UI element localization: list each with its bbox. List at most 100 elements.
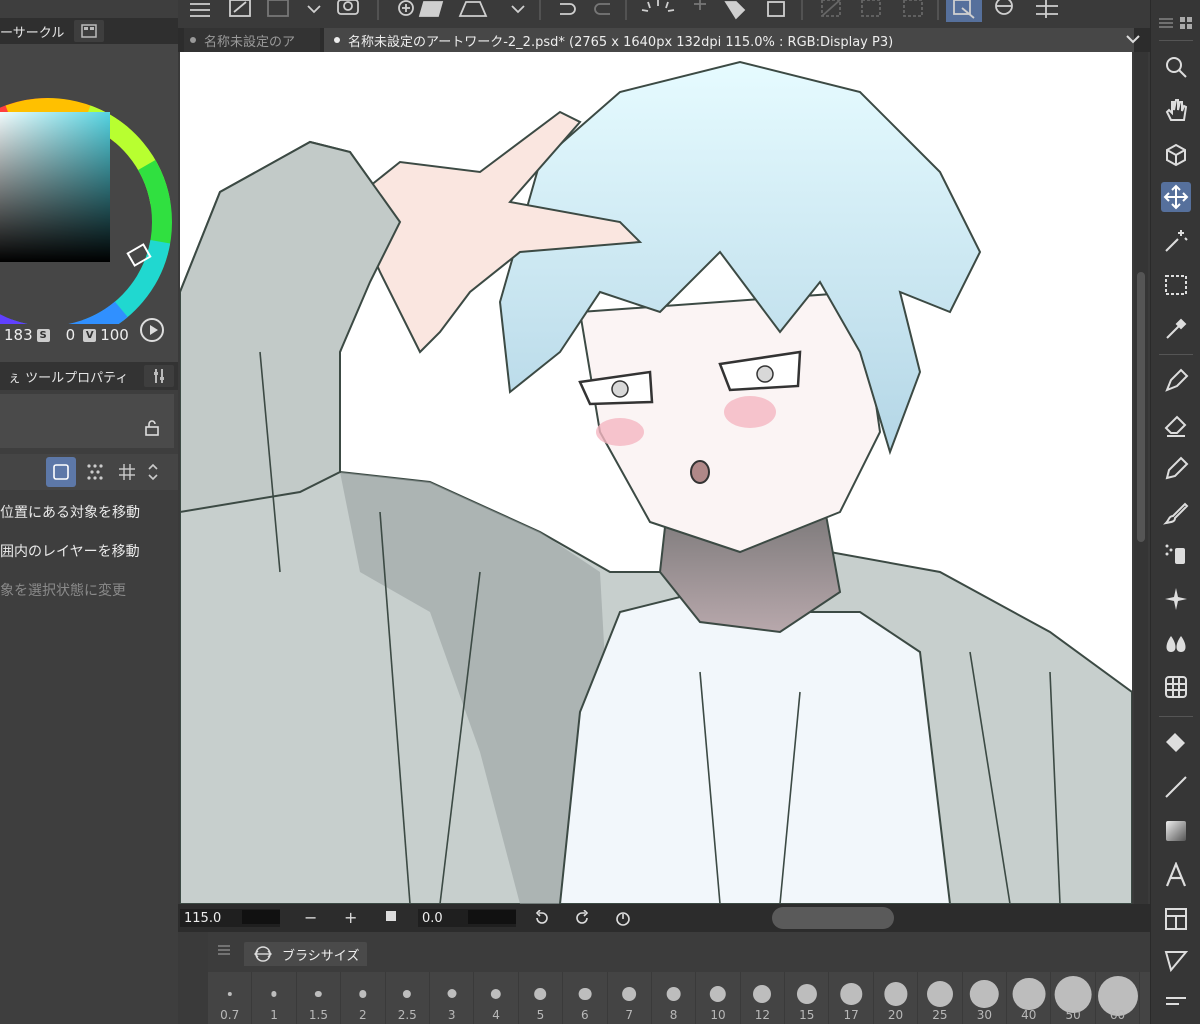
- eraser-tool-icon[interactable]: [1161, 410, 1191, 440]
- palette-menu-icon[interactable]: [1159, 16, 1173, 30]
- play-icon[interactable]: [140, 318, 164, 342]
- vertical-scrollbar[interactable]: [1134, 52, 1148, 904]
- reset-rotation-icon[interactable]: [614, 909, 632, 927]
- brush-size-8[interactable]: 8: [652, 972, 697, 1024]
- line-tool-icon[interactable]: [1161, 772, 1191, 802]
- move-tool-icon[interactable]: [1161, 182, 1191, 212]
- sparkle-icon[interactable]: [694, 0, 706, 10]
- lock-icon[interactable]: [144, 420, 160, 436]
- brush-tool-icon[interactable]: [1161, 498, 1191, 528]
- circle-half-icon[interactable]: [995, 0, 1013, 15]
- rotate-left-icon[interactable]: [534, 910, 550, 926]
- brush-size-10[interactable]: 10: [696, 972, 741, 1024]
- zoom-tool-icon[interactable]: [1161, 52, 1191, 82]
- folder-icon[interactable]: [418, 1, 444, 17]
- loading-icon[interactable]: [641, 0, 675, 12]
- airbrush-tool-icon[interactable]: [1161, 540, 1191, 570]
- brush-size-50[interactable]: 50: [1051, 972, 1096, 1024]
- menu-icon[interactable]: [190, 3, 210, 17]
- hue-value[interactable]: 183: [4, 326, 33, 344]
- panel-menu-icon[interactable]: [218, 944, 230, 956]
- ruler-icon[interactable]: [1036, 0, 1058, 18]
- color-circle-tab[interactable]: ーサークル: [0, 22, 64, 41]
- crop-icon[interactable]: [767, 1, 785, 17]
- invert-selection-icon[interactable]: [861, 0, 881, 17]
- brush-size-30[interactable]: 30: [963, 972, 1008, 1024]
- brush-size-40[interactable]: 40: [1007, 972, 1052, 1024]
- brush-size-1[interactable]: 1: [252, 972, 297, 1024]
- option-change-to-selected[interactable]: 象を選択状態に変更: [0, 580, 126, 600]
- value-value[interactable]: 100: [100, 326, 129, 344]
- pen-tool-icon[interactable]: [1161, 366, 1191, 396]
- brush-size-2[interactable]: 2: [341, 972, 386, 1024]
- fit-button[interactable]: [386, 911, 396, 921]
- move-layer-mode-button[interactable]: [46, 457, 76, 487]
- tool-property-tab[interactable]: ぇ ツールプロパティ: [0, 367, 128, 386]
- adjust-icon[interactable]: [144, 365, 175, 387]
- document-tab-1[interactable]: 名称未設定のア: [184, 28, 320, 52]
- saturation-value[interactable]: 0: [66, 326, 76, 344]
- brush-size-5[interactable]: 5: [519, 972, 564, 1024]
- add-layer-icon[interactable]: [398, 0, 414, 16]
- brush-size-1.5[interactable]: 1.5: [297, 972, 342, 1024]
- mesh-transform-tool-icon[interactable]: [1161, 672, 1191, 702]
- rotation-slider[interactable]: [468, 910, 516, 924]
- color-wheel[interactable]: [0, 44, 178, 324]
- color-palette-tab-icon[interactable]: [74, 20, 105, 42]
- rotate-right-icon[interactable]: [574, 910, 590, 926]
- hand-tool-icon[interactable]: [1161, 96, 1191, 126]
- eyedropper-tool-icon[interactable]: [1161, 314, 1191, 344]
- new-canvas-icon[interactable]: [229, 0, 251, 17]
- fill-tool-icon[interactable]: [1161, 728, 1191, 758]
- 3d-object-tool-icon[interactable]: [1161, 140, 1191, 170]
- brush-size-3[interactable]: 3: [430, 972, 475, 1024]
- pencil-tool-icon[interactable]: [1161, 454, 1191, 484]
- text-tool-icon[interactable]: [1161, 860, 1191, 890]
- brush-size-60[interactable]: 60: [1096, 972, 1141, 1024]
- brush-size-12[interactable]: 12: [741, 972, 786, 1024]
- gradient-tool-icon[interactable]: [1161, 816, 1191, 846]
- move-grid-mode-button[interactable]: [112, 457, 142, 487]
- tag-icon[interactable]: [724, 1, 746, 20]
- tabs-chevron-down-icon[interactable]: [1126, 32, 1140, 46]
- option-move-object-at-position[interactable]: 位置にある対象を移動: [0, 502, 140, 522]
- brush-size-7[interactable]: 7: [608, 972, 652, 1024]
- document-tab-2-active[interactable]: 名称未設定のアートワーク-2_2.psd* (2765 x 1640px 132…: [324, 28, 1134, 52]
- brush-size-25[interactable]: 25: [918, 972, 963, 1024]
- horizontal-scroll-thumb[interactable]: [772, 907, 894, 929]
- dropdown-chevron-icon[interactable]: [307, 5, 321, 14]
- balloon-tool-icon[interactable]: [1161, 946, 1191, 976]
- selection-stack-icon[interactable]: [903, 0, 923, 17]
- brush-size-17[interactable]: 17: [829, 972, 874, 1024]
- brush-size-6[interactable]: 6: [563, 972, 608, 1024]
- layers-icon[interactable]: [337, 0, 359, 15]
- zoom-out-button[interactable]: −: [304, 908, 317, 927]
- zoom-in-button[interactable]: +: [344, 908, 357, 927]
- undo-icon[interactable]: [560, 3, 576, 15]
- redo-icon[interactable]: [594, 3, 610, 15]
- brush-size-0.7[interactable]: 0.7: [208, 972, 253, 1024]
- drawing-canvas[interactable]: [180, 52, 1132, 904]
- ruler-tool-icon[interactable]: [1161, 990, 1191, 1020]
- deselect-icon[interactable]: [821, 0, 841, 17]
- option-move-layers-in-range[interactable]: 囲内のレイヤーを移動: [0, 541, 140, 561]
- decoration-tool-icon[interactable]: [1161, 584, 1191, 614]
- brush-size-4[interactable]: 4: [474, 972, 519, 1024]
- selection-tool-icon[interactable]: [1161, 270, 1191, 300]
- vertical-scroll-thumb[interactable]: [1137, 272, 1145, 542]
- edit-icon[interactable]: [267, 0, 289, 17]
- palette-grid-icon[interactable]: [1179, 16, 1193, 30]
- brush-size-2.5[interactable]: 2.5: [386, 972, 430, 1024]
- dropdown-chevron-icon-2[interactable]: [511, 5, 525, 14]
- move-tone-mode-button[interactable]: [80, 457, 110, 487]
- brush-size-label: 10: [710, 1008, 726, 1022]
- mode-stepper-icon[interactable]: [144, 457, 162, 487]
- zoom-slider[interactable]: [242, 910, 280, 924]
- blend-tool-icon[interactable]: [1161, 628, 1191, 658]
- brush-size-15[interactable]: 15: [785, 972, 830, 1024]
- fill-layer-icon[interactable]: [458, 1, 488, 17]
- brush-size-20[interactable]: 20: [874, 972, 919, 1024]
- frame-tool-icon[interactable]: [1161, 904, 1191, 934]
- brush-size-tab[interactable]: ブラシサイズ: [244, 942, 368, 966]
- magic-wand-tool-icon[interactable]: [1161, 226, 1191, 256]
